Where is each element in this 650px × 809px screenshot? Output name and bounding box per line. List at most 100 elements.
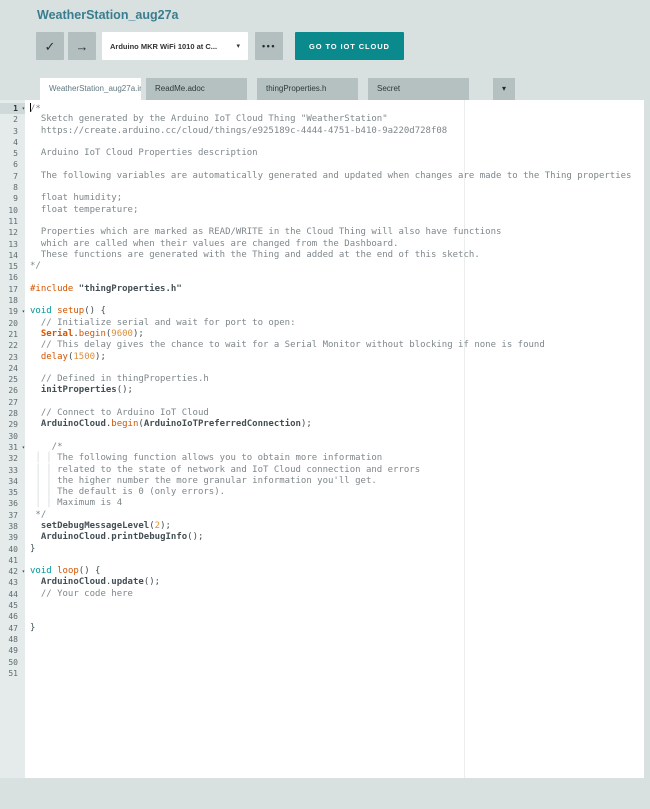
code-text (25, 600, 30, 611)
code-line: 23 delay(1500); (0, 352, 644, 363)
line-number: 26 (0, 385, 25, 396)
code-line: 38 setDebugMessageLevel(2); (0, 521, 644, 532)
line-number: 3 (0, 126, 25, 137)
code-text: Sketch generated by the Arduino IoT Clou… (25, 114, 388, 125)
tab-secret[interactable]: Secret (368, 78, 469, 100)
line-number: 39 (0, 532, 25, 543)
verify-button[interactable]: ✓ (36, 32, 64, 60)
line-number: 50 (0, 657, 25, 668)
code-line: 17#include "thingProperties.h" (0, 284, 644, 295)
code-line: 6 (0, 159, 644, 170)
code-text (25, 611, 30, 622)
code-text: ArduinoCloud.printDebugInfo(); (25, 532, 203, 543)
line-number: 4 (0, 137, 25, 148)
code-text: // Connect to Arduino IoT Cloud (25, 408, 209, 419)
go-to-iot-cloud-button[interactable]: GO TO IOT CLOUD (295, 32, 404, 60)
line-number: 25 (0, 374, 25, 385)
line-number: 15 (0, 261, 25, 272)
tabs-dropdown-button[interactable]: ▾ (493, 78, 515, 100)
code-text: // Initialize serial and wait for port t… (25, 318, 296, 329)
code-text: // Defined in thingProperties.h (25, 374, 209, 385)
code-line: 18 (0, 295, 644, 306)
line-number: 49 (0, 645, 25, 656)
code-text: /* (25, 442, 63, 453)
code-text (25, 295, 30, 306)
tab-list: WeatherStation_aug27a.inoReadMe.adoc thin… (40, 78, 479, 100)
arduino-web-editor: WeatherStation_aug27a ✓ → Arduino MKR Wi… (0, 0, 650, 809)
code-text: void setup() { (25, 306, 106, 317)
code-line: 1▾/* (0, 103, 644, 114)
line-number: 23 (0, 352, 25, 363)
code-text: delay(1500); (25, 352, 106, 363)
code-line: 21 Serial.begin(9600); (0, 329, 644, 340)
line-number: 46 (0, 611, 25, 622)
line-number: 47 (0, 623, 25, 634)
line-number: 48 (0, 634, 25, 645)
ellipsis-icon: ••• (262, 41, 276, 51)
code-text (25, 634, 30, 645)
code-text: */ (25, 510, 46, 521)
code-line: 19▾void setup() { (0, 306, 644, 317)
code-text: Properties which are marked as READ/WRIT… (25, 227, 501, 238)
line-number: 8 (0, 182, 25, 193)
code-line: 45 (0, 600, 644, 611)
code-line: 26 initProperties(); (0, 385, 644, 396)
code-text: ArduinoCloud.update(); (25, 577, 160, 588)
code-line: 9 float humidity; (0, 193, 644, 204)
code-editor[interactable]: 1▾/*2 Sketch generated by the Arduino Io… (0, 100, 644, 778)
line-number: 13 (0, 239, 25, 250)
tab-thingproperties-h[interactable]: thingProperties.h (257, 78, 358, 100)
line-number: 37 (0, 510, 25, 521)
toolbar: ✓ → Arduino MKR WiFi 1010 at C... ▾ ••• … (36, 32, 404, 60)
code-line: 11 (0, 216, 644, 227)
code-line: 22 // This delay gives the chance to wai… (0, 340, 644, 351)
code-line: 39 ArduinoCloud.printDebugInfo(); (0, 532, 644, 543)
code-line: 4 (0, 137, 644, 148)
line-number: 20 (0, 318, 25, 329)
code-text: │ │ The following function allows you to… (25, 453, 382, 464)
line-number: 42▾ (0, 566, 25, 577)
code-line: 10 float temperature; (0, 205, 644, 216)
code-text: float temperature; (25, 205, 138, 216)
code-text (25, 216, 30, 227)
code-text: void loop() { (25, 566, 100, 577)
code-line: 32 │ │ The following function allows you… (0, 453, 644, 464)
line-number: 35 (0, 487, 25, 498)
code-line: 41 (0, 555, 644, 566)
line-number: 12 (0, 227, 25, 238)
board-selector-label: Arduino MKR WiFi 1010 at C... (110, 42, 236, 51)
code-text: // This delay gives the chance to wait f… (25, 340, 545, 351)
sketch-title: WeatherStation_aug27a (37, 8, 178, 22)
line-number: 43 (0, 577, 25, 588)
code-line: 15*/ (0, 261, 644, 272)
line-number: 9 (0, 193, 25, 204)
code-line: 5 Arduino IoT Cloud Properties descripti… (0, 148, 644, 159)
line-number: 29 (0, 419, 25, 430)
code-text (25, 272, 30, 283)
chevron-down-icon: ▾ (502, 84, 506, 93)
more-options-button[interactable]: ••• (255, 32, 283, 60)
code-line: 48 (0, 634, 644, 645)
checkmark-icon: ✓ (45, 40, 56, 53)
code-text: The following variables are automaticall… (25, 171, 631, 182)
code-text: These functions are generated with the T… (25, 250, 480, 261)
tab-weatherstation-aug27a-ino[interactable]: WeatherStation_aug27a.ino (40, 78, 141, 100)
code-line: 42▾void loop() { (0, 566, 644, 577)
code-text (25, 363, 30, 374)
code-line: 24 (0, 363, 644, 374)
line-number: 22 (0, 340, 25, 351)
code-text: /* (25, 103, 41, 114)
code-text: ArduinoCloud.begin(ArduinoIoTPreferredCo… (25, 419, 312, 430)
tab-readme-adoc[interactable]: ReadMe.adoc (146, 78, 247, 100)
code-line: 44 // Your code here (0, 589, 644, 600)
board-selector[interactable]: Arduino MKR WiFi 1010 at C... ▾ (102, 32, 248, 60)
code-text: https://create.arduino.cc/cloud/things/e… (25, 126, 447, 137)
arrow-right-icon: → (76, 40, 89, 53)
code-line: 35 │ │ The default is 0 (only errors). (0, 487, 644, 498)
code-text: } (25, 623, 35, 634)
code-line: 8 (0, 182, 644, 193)
upload-button[interactable]: → (68, 32, 96, 60)
code-line: 3 https://create.arduino.cc/cloud/things… (0, 126, 644, 137)
code-line: 2 Sketch generated by the Arduino IoT Cl… (0, 114, 644, 125)
code-line: 28 // Connect to Arduino IoT Cloud (0, 408, 644, 419)
